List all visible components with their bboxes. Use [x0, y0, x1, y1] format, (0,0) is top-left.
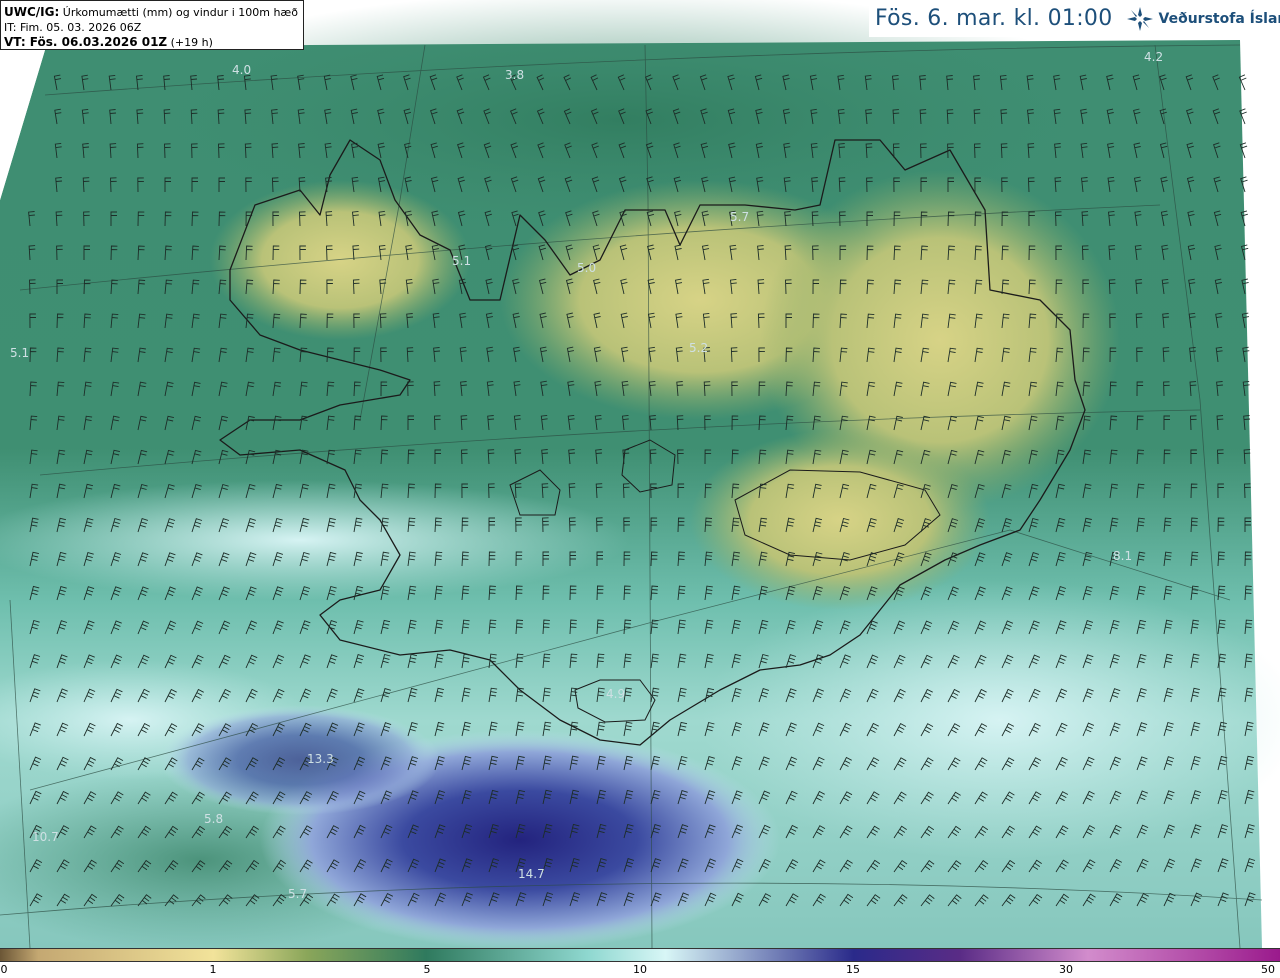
- value-label: 5.1: [452, 254, 471, 268]
- cyan-band: [0, 480, 630, 600]
- value-label: 10.7: [32, 830, 59, 844]
- value-label: 3.8: [505, 68, 524, 82]
- value-label: 8.1: [1113, 549, 1132, 563]
- colorbar-tick: 50: [1261, 963, 1275, 976]
- precipitation-colorbar: [0, 948, 1280, 962]
- value-label: 5.1: [10, 346, 29, 360]
- colorbar-ticks: 0 1 5 10 15 30 50: [0, 962, 1280, 978]
- value-label: 14.7: [518, 867, 545, 881]
- title-box: Fös. 6. mar. kl. 01:00 Veðurstofa Ísland…: [869, 0, 1280, 37]
- vedurstofa-logo-icon: [1126, 6, 1153, 31]
- model-name: UWC/IG:: [4, 5, 60, 19]
- forecast-info-box: UWC/IG: Úrkomumætti (mm) og vindur i 100…: [0, 0, 304, 50]
- valid-time-line: VT: Fös. 06.03.2026 01Z (+19 h): [4, 35, 300, 50]
- lead-time: (+19 h): [170, 36, 213, 49]
- colorbar-tick: 0: [0, 963, 8, 976]
- value-label: 5.8: [204, 812, 223, 826]
- logo-text: Veðurstofa Íslands: [1158, 10, 1280, 27]
- value-label: 4.2: [1144, 50, 1163, 64]
- forecast-time-title: Fös. 6. mar. kl. 01:00: [875, 6, 1113, 31]
- colorbar-tick: 1: [209, 963, 217, 976]
- value-label: 13.3: [307, 752, 334, 766]
- initial-time: IT: Fim. 05. 03. 2026 06Z: [4, 21, 142, 34]
- colorbar-tick: 15: [846, 963, 860, 976]
- value-label: 5.7: [288, 887, 307, 901]
- highland-south: [690, 430, 990, 610]
- precipitation-map: 4.0 3.8 4.2 5.7 5.1 5.0 5.1 5.2 8.1 4.9 …: [0, 0, 1280, 948]
- value-label: 5.7: [730, 210, 749, 224]
- field-description: Úrkomumætti (mm) og vindur i 100m hæð: [62, 6, 298, 19]
- colorbar-tick: 10: [633, 963, 647, 976]
- value-label: 5.2: [689, 341, 708, 355]
- value-label: 5.0: [577, 261, 596, 275]
- highland-west: [210, 180, 470, 340]
- value-label: 4.0: [232, 63, 251, 77]
- colorbar-tick: 5: [423, 963, 431, 976]
- valid-time: VT: Fös. 06.03.2026 01Z: [4, 35, 168, 49]
- value-label: 4.9: [606, 687, 625, 701]
- model-line: UWC/IG: Úrkomumætti (mm) og vindur i 100…: [4, 5, 300, 20]
- vedurstofa-logo: Veðurstofa Íslands: [1125, 6, 1280, 32]
- colorbar-tick: 30: [1059, 963, 1073, 976]
